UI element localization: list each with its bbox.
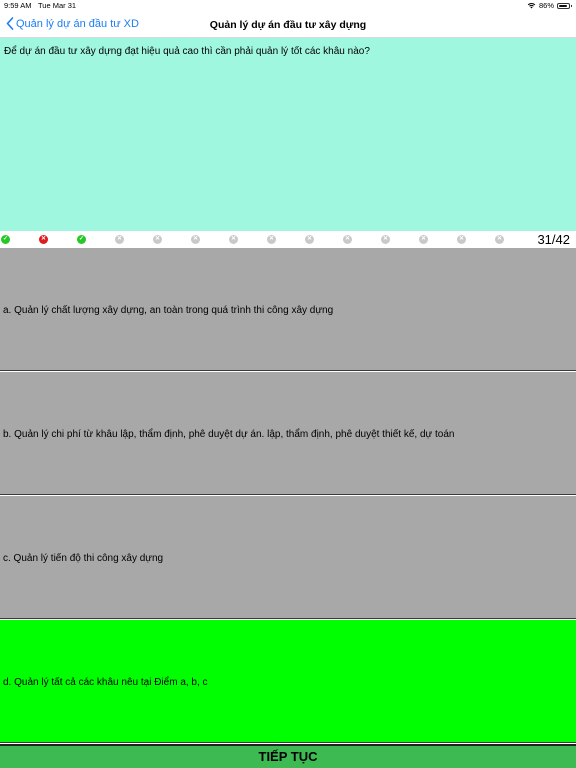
chevron-left-icon (6, 17, 14, 30)
battery-icon (557, 2, 572, 9)
status-right: 86% (527, 1, 572, 10)
answer-option-b[interactable]: b. Quản lý chi phí từ khâu lập, thẩm địn… (0, 372, 576, 495)
progress-dot-pending-icon: ✕ (267, 235, 276, 244)
progress-dot-pending-icon: ✕ (457, 235, 466, 244)
progress-dot-wrong-icon: ✕ (39, 235, 48, 244)
progress-dot-pending-icon: ✕ (305, 235, 314, 244)
progress-dot-pending-icon: ✕ (419, 235, 428, 244)
question-text: Để dự án đầu tư xây dựng đạt hiệu quả ca… (4, 46, 370, 57)
progress-dot-correct-icon: ✓ (77, 235, 86, 244)
progress-dot-pending-icon: ✕ (115, 235, 124, 244)
progress-count: 31/42 (537, 232, 570, 247)
back-button[interactable]: Quản lý dự án đầu tư XD (6, 17, 139, 30)
progress-dot-correct-icon: ✓ (1, 235, 10, 244)
progress-dot-pending-icon: ✕ (343, 235, 352, 244)
answer-label: b. Quản lý chi phí từ khâu lập, thẩm địn… (3, 429, 455, 440)
progress-dot-pending-icon: ✕ (191, 235, 200, 244)
battery-percent: 86% (538, 1, 554, 10)
continue-button[interactable]: TIẾP TỤC (0, 744, 576, 768)
answer-list: a. Quản lý chất lượng xây dựng, an toàn … (0, 248, 576, 744)
answer-option-c[interactable]: c. Quản lý tiến độ thi công xây dựng (0, 496, 576, 619)
navigation-bar: Quản lý dự án đầu tư XD Quản lý dự án đầ… (0, 12, 576, 38)
back-button-label: Quản lý dự án đầu tư XD (16, 17, 139, 30)
answer-label: d. Quản lý tất cả các khâu nêu tại Điểm … (3, 677, 208, 688)
answer-option-a[interactable]: a. Quản lý chất lượng xây dựng, an toàn … (0, 248, 576, 371)
status-bar: 9:59 AM Tue Mar 31 86% (0, 0, 576, 12)
progress-dot-pending-icon: ✕ (153, 235, 162, 244)
answer-label: c. Quản lý tiến độ thi công xây dựng (3, 553, 164, 564)
answer-label: a. Quản lý chất lượng xây dựng, an toàn … (3, 305, 334, 316)
wifi-icon (527, 2, 536, 9)
progress-dot-pending-icon: ✕ (229, 235, 238, 244)
answer-option-d[interactable]: d. Quản lý tất cả các khâu nêu tại Điểm … (0, 620, 576, 743)
status-time: 9:59 AM (4, 1, 32, 10)
status-date: Tue Mar 31 (38, 1, 77, 10)
progress-dot-pending-icon: ✕ (495, 235, 504, 244)
question-panel: Để dự án đầu tư xây dựng đạt hiệu quả ca… (0, 38, 576, 231)
progress-dot-pending-icon: ✕ (381, 235, 390, 244)
progress-bar: ✓ ✕ ✓ ✕ ✕ ✕ ✕ ✕ ✕ ✕ ✕ ✕ ✕ ✕ 31/42 (0, 231, 576, 248)
